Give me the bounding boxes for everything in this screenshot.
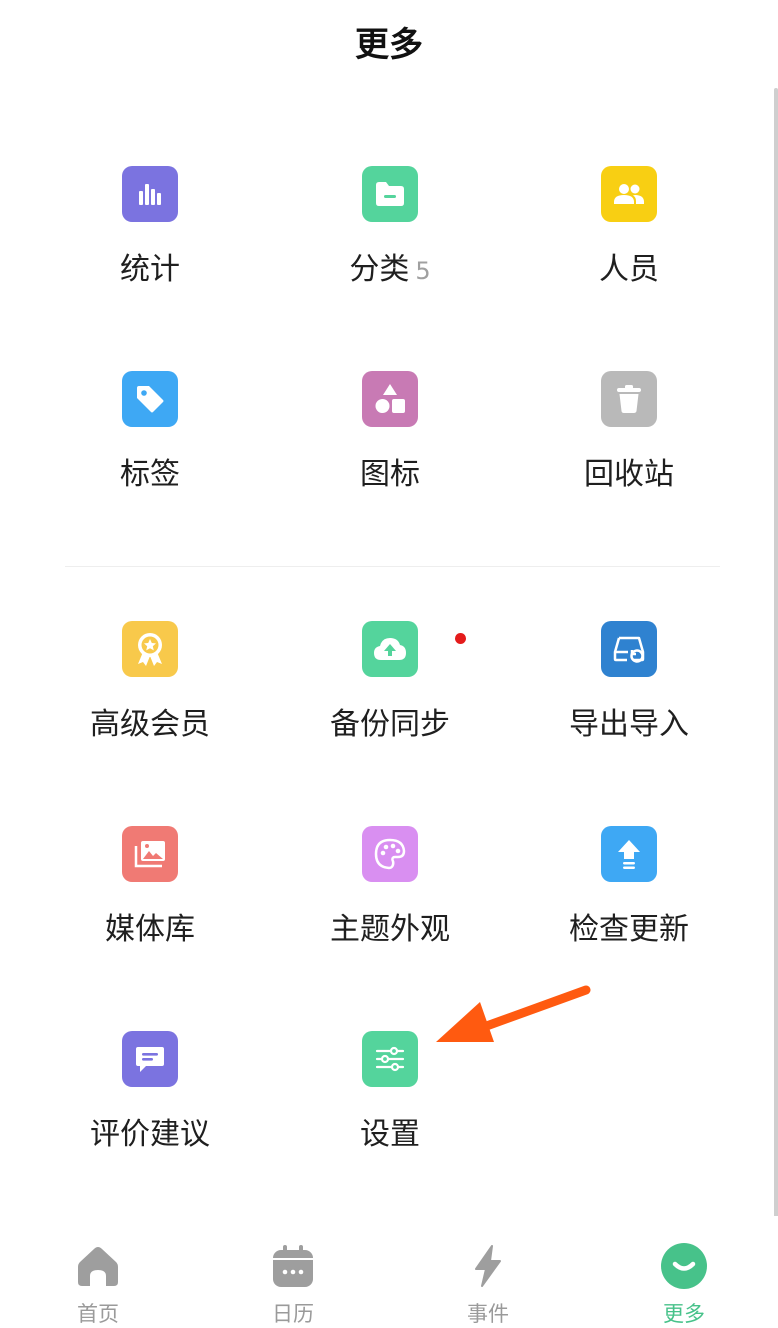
menu-item-label: 人员 xyxy=(599,252,659,287)
menu-item-label: 备份同步 xyxy=(330,707,450,742)
smile-icon xyxy=(660,1242,708,1290)
tab-home[interactable]: 首页 xyxy=(0,1216,196,1326)
lightning-icon xyxy=(464,1242,512,1290)
tab-label: 更多 xyxy=(663,1302,705,1326)
tag-icon xyxy=(122,371,178,427)
menu-item-trash[interactable]: 回收站 xyxy=(509,371,749,531)
menu-item-label: 高级会员 xyxy=(90,707,210,742)
menu-item-label: 主题外观 xyxy=(330,912,450,947)
page-title: 更多 xyxy=(355,24,423,65)
notification-dot xyxy=(455,633,466,644)
shapes-icon xyxy=(362,371,418,427)
sliders-icon xyxy=(362,1031,418,1087)
menu-item-category[interactable]: 分类 5 xyxy=(270,166,510,326)
menu-item-label: 图标 xyxy=(360,457,420,492)
menu-item-label: 评价建议 xyxy=(90,1117,210,1152)
chat-icon xyxy=(122,1031,178,1087)
menu-item-theme[interactable]: 主题外观 xyxy=(270,826,510,986)
scrollbar[interactable] xyxy=(774,88,778,1218)
menu-item-premium[interactable]: 高级会员 xyxy=(30,621,270,781)
menu-item-feedback[interactable]: 评价建议 xyxy=(30,1031,270,1191)
menu-item-export[interactable]: 导出导入 xyxy=(509,621,749,781)
tab-label: 日历 xyxy=(272,1302,314,1326)
menu-item-label: 标签 xyxy=(120,457,180,492)
menu-item-media[interactable]: 媒体库 xyxy=(30,826,270,986)
tab-label: 首页 xyxy=(77,1302,119,1326)
tab-events[interactable]: 事件 xyxy=(390,1216,586,1326)
menu-item-label: 分类 5 xyxy=(349,252,431,287)
palette-icon xyxy=(362,826,418,882)
menu-item-label: 回收站 xyxy=(584,457,674,492)
menu-item-label: 统计 xyxy=(120,252,180,287)
bottom-tab-bar: 首页 日历 事件 更多 xyxy=(0,1216,778,1326)
menu-item-label: 导出导入 xyxy=(569,707,689,742)
menu-item-label: 设置 xyxy=(360,1117,420,1152)
calendar-icon xyxy=(269,1242,317,1290)
menu-item-label: 媒体库 xyxy=(105,912,195,947)
menu-item-icons[interactable]: 图标 xyxy=(270,371,510,531)
award-icon xyxy=(122,621,178,677)
menu-item-update[interactable]: 检查更新 xyxy=(509,826,749,986)
menu-item-backup[interactable]: 备份同步 xyxy=(270,621,510,781)
bar-chart-icon xyxy=(122,166,178,222)
tab-label: 事件 xyxy=(467,1302,509,1326)
category-count: 5 xyxy=(415,257,431,285)
trash-icon xyxy=(601,371,657,427)
folder-icon xyxy=(362,166,418,222)
update-arrow-icon xyxy=(601,826,657,882)
menu-item-label: 检查更新 xyxy=(569,912,689,947)
tab-calendar[interactable]: 日历 xyxy=(195,1216,391,1326)
menu-item-tags[interactable]: 标签 xyxy=(30,371,270,531)
page-header: 更多 xyxy=(0,0,778,90)
section-divider xyxy=(65,566,720,567)
cloud-upload-icon xyxy=(362,621,418,677)
media-library-icon xyxy=(122,826,178,882)
export-import-icon xyxy=(601,621,657,677)
menu-item-people[interactable]: 人员 xyxy=(509,166,749,326)
menu-item-stats[interactable]: 统计 xyxy=(30,166,270,326)
home-icon xyxy=(74,1242,122,1290)
annotation-arrow-icon xyxy=(436,985,591,1042)
tab-more[interactable]: 更多 xyxy=(586,1216,778,1326)
people-icon xyxy=(601,166,657,222)
